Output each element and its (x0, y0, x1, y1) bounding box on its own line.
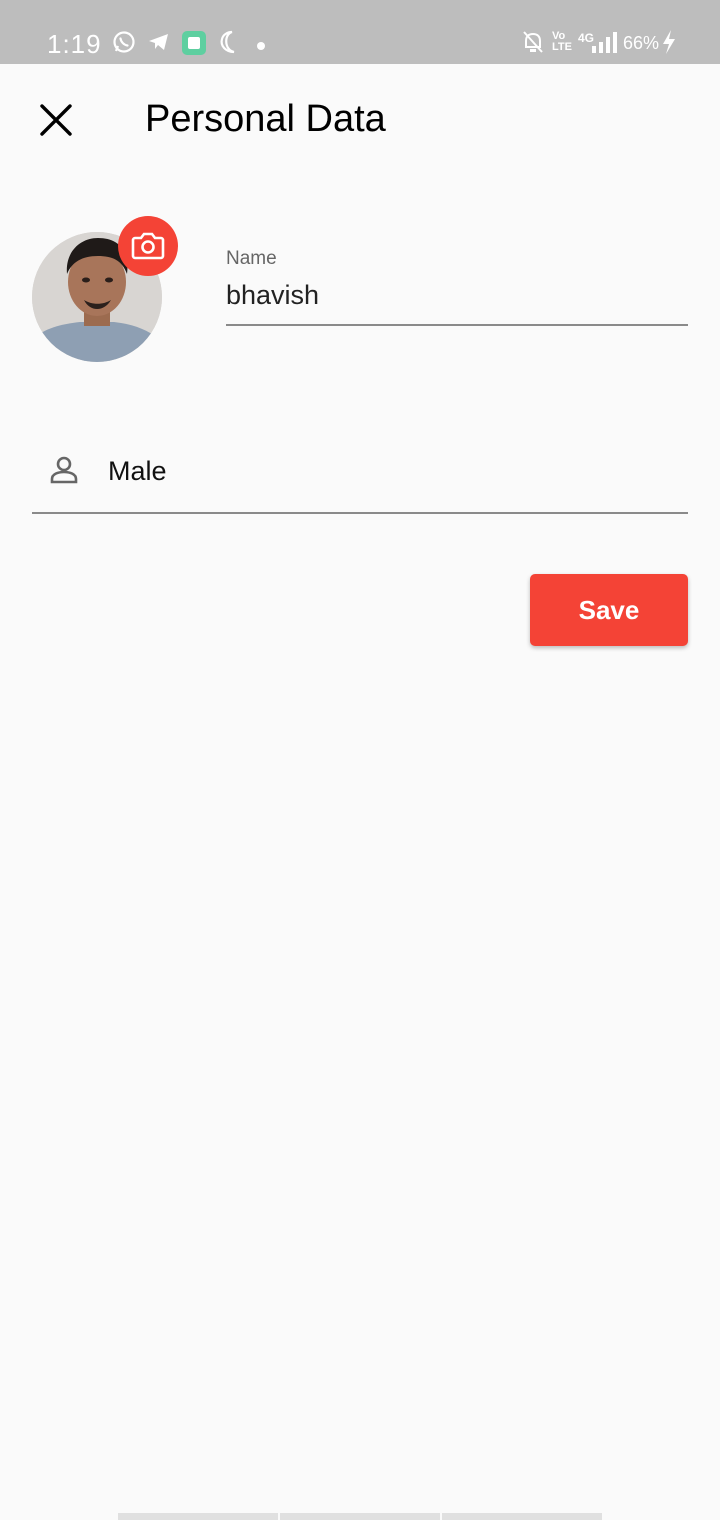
close-button[interactable] (30, 94, 82, 146)
status-time: 1:19 (47, 29, 102, 59)
dot-icon (256, 38, 266, 56)
app-icon (181, 30, 207, 61)
volte-icon: Vo LTE (552, 30, 572, 53)
charging-icon (662, 30, 676, 59)
camera-icon (131, 232, 165, 260)
whatsapp-icon (112, 30, 136, 59)
page-title: Personal Data (145, 98, 386, 140)
gender-value: Male (108, 456, 167, 486)
mute-icon (522, 30, 544, 59)
gesture-segment (118, 1513, 278, 1520)
signal-icon (590, 30, 618, 59)
status-bar: 1:19 Vo LTE 4G 66% (0, 0, 720, 64)
name-input[interactable] (226, 276, 688, 326)
name-label: Name (226, 248, 277, 269)
battery-percent: 66% (623, 33, 660, 53)
close-icon (40, 104, 72, 136)
gesture-segment (442, 1513, 602, 1520)
change-photo-button[interactable] (118, 216, 178, 276)
moon-icon (218, 30, 242, 59)
gender-field[interactable]: Male (32, 436, 688, 514)
person-icon (48, 454, 80, 486)
save-button[interactable]: Save (530, 574, 688, 646)
telegram-icon (147, 30, 171, 59)
gesture-navigation-bar[interactable] (118, 1513, 602, 1520)
gesture-segment (280, 1513, 440, 1520)
